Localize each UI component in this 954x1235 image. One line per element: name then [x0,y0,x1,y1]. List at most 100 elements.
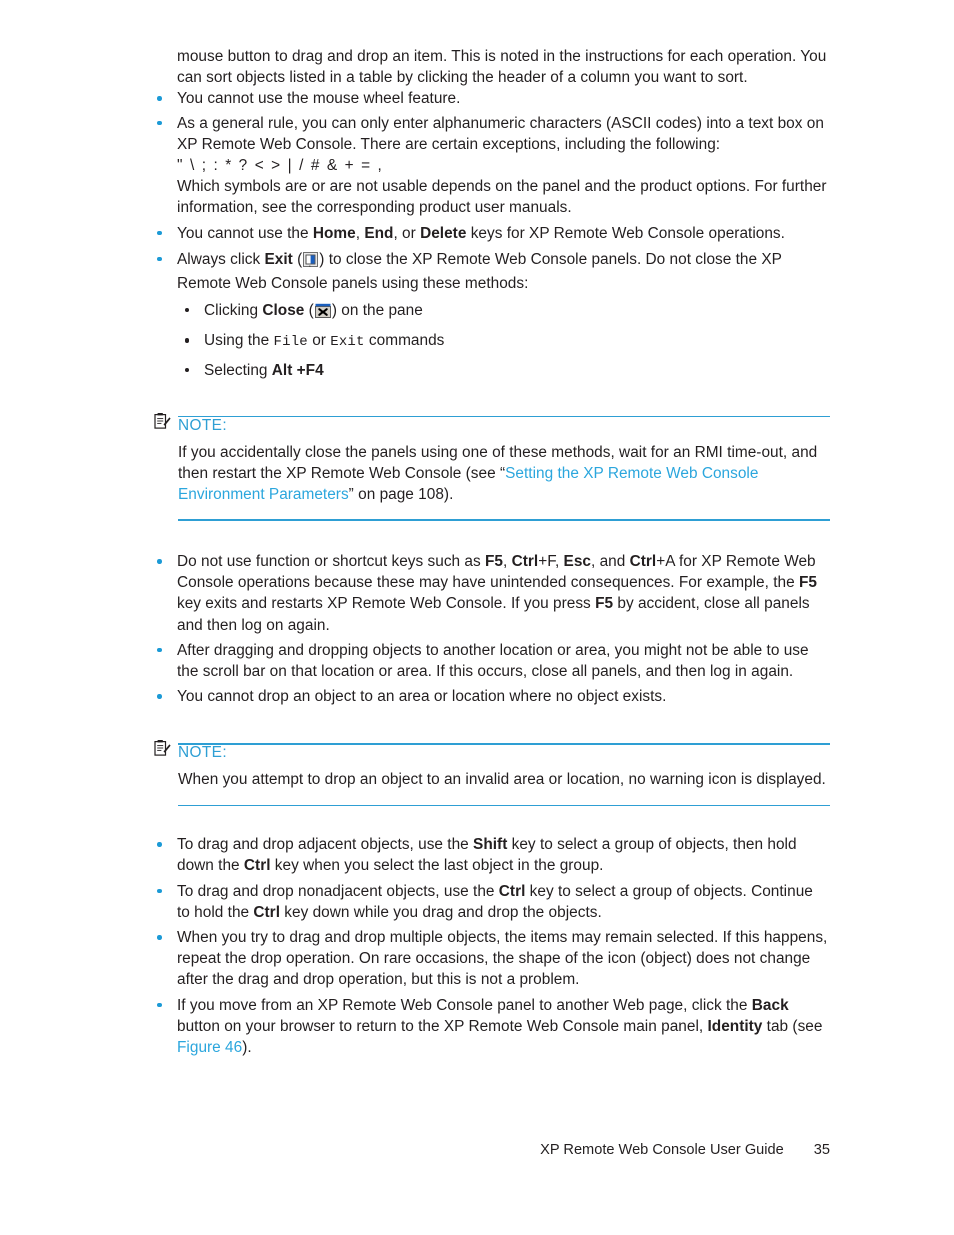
key-a: +A [656,553,675,571]
list-item: When you try to drag and drop multiple o… [150,927,830,991]
ascii-symbols-line: " \ ; : * ? < > | / # & + = , [177,157,384,175]
bullet-dot-icon [185,308,190,313]
list-item: Selecting Alt +F4 [177,360,830,381]
text-fragment: If you move from an XP Remote Web Consol… [177,996,752,1014]
note-label: NOTE: [178,416,228,434]
text-fragment: key exits and restarts XP Remote Web Con… [177,595,596,613]
key-f: +F [538,553,555,571]
note-body: When you attempt to drop an object to an… [178,771,826,789]
bullet-dot-icon [157,694,162,699]
page-content: mouse button to drag and drop an item. T… [150,46,830,1061]
intro-paragraph: mouse button to drag and drop an item. T… [177,48,827,87]
key-alt-f4: Alt +F4 [271,361,324,379]
bullet-text: If you move from an XP Remote Web Consol… [177,997,822,1056]
bullet-dot-icon [157,96,162,101]
text-fragment: Clicking [204,302,263,320]
note-bottom-divider [178,804,830,807]
text-fragment: key when you select the last object in t… [270,857,604,875]
key-exit: Exit [264,250,293,268]
text-fragment: To drag and drop nonadjacent objects, us… [177,882,499,900]
bullet-dot-icon [157,559,162,564]
bullet-text: To drag and drop nonadjacent objects, us… [177,883,813,921]
footer-guide-title: XP Remote Web Console User Guide [540,1142,784,1158]
text-fragment: Using the [204,332,274,350]
list-item: You cannot use the mouse wheel feature. [150,88,830,109]
note-label: NOTE: [178,744,228,762]
bullet-text: After dragging and dropping objects to a… [177,641,809,681]
text-fragment: or [307,332,331,350]
command-exit: Exit [330,334,365,351]
text-fragment: Do not use function or shortcut keys suc… [177,553,486,571]
bullet-text: Do not use function or shortcut keys suc… [177,553,817,634]
text-fragment: tab (see [762,1017,823,1035]
bullet-dot-icon [157,647,162,653]
command-file: File [273,334,308,351]
bullet-dot-icon [157,256,162,262]
bullet-text: You cannot use the Home, End, or Delete … [177,225,785,242]
bullet-text: To drag and drop adjacent objects, use t… [177,836,797,874]
note-body: If you accidentally close the panels usi… [150,433,830,506]
note-clipboard-icon [153,412,171,430]
text-fragment: button on your browser to return to the … [177,1017,708,1035]
bullet-subparagraph: Which symbols are or are not usable depe… [177,178,827,217]
bullet-dot-icon [157,230,162,236]
text-fragment: Always click [177,250,265,268]
text-fragment: ” on page 108). [348,486,454,504]
sub-bullet-list: Clicking Close () on the pane Using the … [177,300,830,381]
bullet-list-bottom: To drag and drop adjacent objects, use t… [150,834,830,1058]
text-fragment: Selecting [204,361,272,379]
key-f5: F5 [485,553,504,571]
footer-page-number: 35 [813,1142,830,1158]
note-callout: NOTE: If you accidentally close the pane… [150,411,830,522]
note-header: NOTE: [150,411,830,434]
key-close: Close [262,302,305,320]
key-back-button: Back [751,996,789,1014]
text-fragment: key down while you drag and drop the obj… [280,903,602,921]
list-item: Always click Exit () to close the XP Rem… [150,249,830,381]
key-ctrl: Ctrl [243,857,271,875]
note-callout: NOTE: When you attempt to drop an object… [150,738,830,807]
list-item: To drag and drop adjacent objects, use t… [150,834,830,876]
note-bottom-divider [178,519,830,522]
text-fragment: To drag and drop adjacent objects, use t… [177,836,474,854]
bullet-list-middle: Do not use function or shortcut keys suc… [150,551,830,707]
key-end: End [364,224,394,242]
key-ctrl: Ctrl [498,882,526,900]
list-item: Clicking Close () on the pane [177,300,830,324]
bullet-dot-icon [185,367,190,372]
tab-identity: Identity [707,1017,763,1035]
bullet-list-top: You cannot use the mouse wheel feature. … [150,88,830,380]
figure-reference-link[interactable]: Figure 46 [177,1039,242,1056]
sub-bullet-text: Clicking Close () on the pane [204,302,423,319]
text-fragment: , [554,553,564,571]
text-fragment: , [503,553,512,571]
bullet-dot-icon [157,935,162,940]
bullet-dot-icon [185,338,190,343]
list-item: You cannot drop an object to an area or … [150,686,830,707]
key-ctrl: Ctrl [629,553,657,571]
text-fragment: keys for XP Remote Web Console operation… [466,224,785,242]
key-delete: Delete [420,224,467,242]
bullet-text: Always click Exit () to close the XP Rem… [177,251,782,292]
close-window-icon [314,303,331,324]
text-fragment: ( [292,250,303,268]
key-f5: F5 [798,574,817,592]
bullet-text: When you try to drag and drop multiple o… [177,929,828,989]
list-item: If you move from an XP Remote Web Consol… [150,995,830,1059]
note-clipboard-icon [153,739,171,757]
document-page: mouse button to drag and drop an item. T… [0,0,954,1235]
text-fragment: , and [591,553,630,571]
key-home: Home [312,224,356,242]
bullet-text: As a general rule, you can only enter al… [177,114,824,153]
key-f5: F5 [595,595,614,613]
note-top-divider [178,415,830,418]
text-fragment: You cannot use the [177,224,313,242]
text-fragment: , or [393,224,421,242]
text-fragment: commands [364,332,445,350]
key-shift: Shift [473,836,508,854]
sub-bullet-text: Using the File or Exit commands [204,332,445,351]
bullet-dot-icon [157,888,162,894]
exit-panel-icon [303,251,319,273]
key-ctrl: Ctrl [253,903,280,921]
note-top-divider [178,743,830,746]
